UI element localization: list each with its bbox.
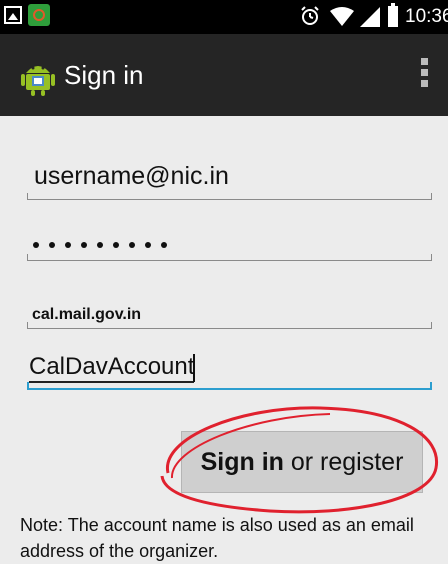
action-bar: Sign in (0, 34, 448, 116)
account-name-field[interactable]: CalDavAccount (27, 346, 432, 390)
android-app-logo (21, 66, 55, 96)
app-notification-icon (28, 4, 50, 26)
text-cursor (193, 354, 195, 382)
account-name-value: CalDavAccount (29, 353, 195, 383)
overflow-menu-icon[interactable] (418, 56, 430, 96)
image-icon (4, 6, 22, 24)
wifi-icon (330, 7, 354, 26)
sign-in-label: Sign in (200, 448, 284, 476)
register-label: or register (283, 448, 404, 476)
battery-icon (388, 3, 398, 27)
status-time: 10:36 (405, 6, 448, 27)
password-dots (33, 235, 177, 253)
page-title: Sign in (64, 60, 144, 90)
password-field[interactable] (27, 219, 432, 261)
note-text: Note: The account name is also used as a… (20, 515, 414, 561)
username-value: username@nic.in (34, 162, 229, 190)
username-field[interactable]: username@nic.in (27, 160, 432, 200)
alarm-icon (301, 6, 319, 25)
signal-icon (360, 7, 380, 27)
sign-in-or-register-button[interactable]: Sign in or register (181, 431, 423, 493)
server-field[interactable]: cal.mail.gov.in (27, 302, 432, 329)
status-bar: 10:36 (0, 0, 448, 34)
server-value: cal.mail.gov.in (32, 306, 142, 323)
